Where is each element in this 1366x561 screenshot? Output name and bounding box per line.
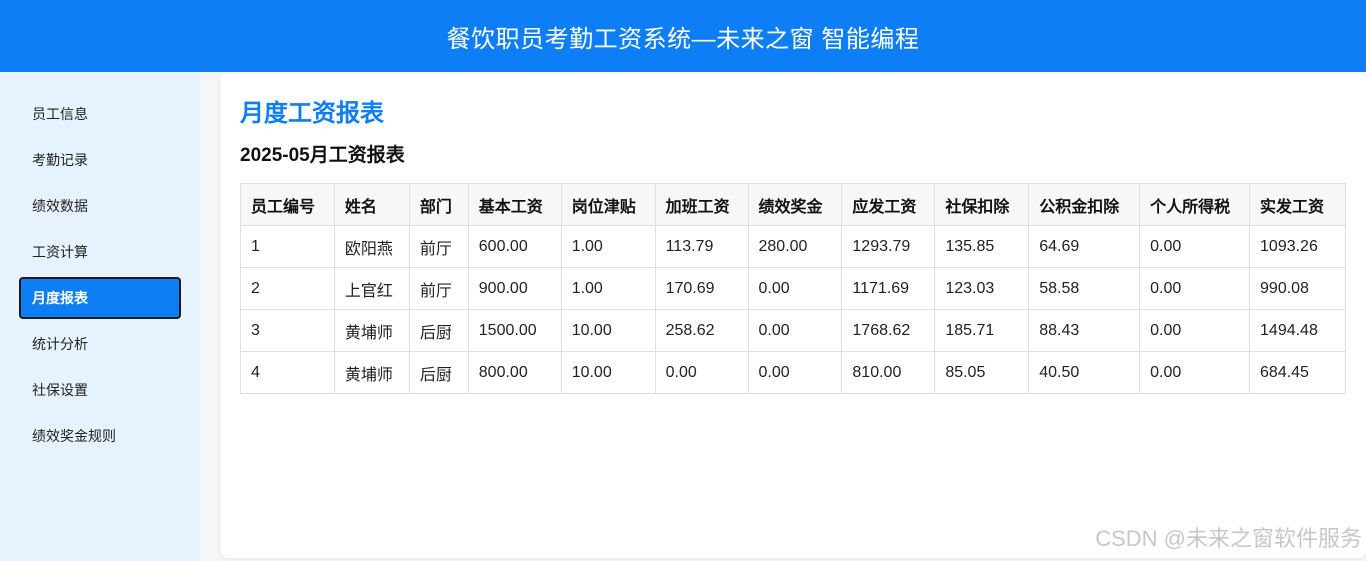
table-cell: 600.00 xyxy=(467,225,562,268)
table-cell: 10.00 xyxy=(560,351,656,394)
table-cell: 后厨 xyxy=(408,309,469,352)
table-cell: 0.00 xyxy=(747,351,843,394)
table-cell: 58.58 xyxy=(1028,267,1141,310)
column-header: 实发工资 xyxy=(1249,183,1346,226)
table-cell: 欧阳燕 xyxy=(333,225,410,268)
table-row: 4 黄埔师 后厨 800.00 10.00 0.00 0.00 810.00 8… xyxy=(240,351,1346,394)
table-cell: 后厨 xyxy=(408,351,469,394)
table-cell: 1.00 xyxy=(560,225,656,268)
sidebar-item-attendance[interactable]: 考勤记录 xyxy=(19,139,181,181)
table-cell: 280.00 xyxy=(747,225,843,268)
sidebar-item-statistics[interactable]: 统计分析 xyxy=(19,323,181,365)
table-cell: 0.00 xyxy=(747,309,843,352)
table-cell: 123.03 xyxy=(934,267,1030,310)
table-cell: 1500.00 xyxy=(467,309,562,352)
table-cell: 前厅 xyxy=(408,267,469,310)
table-cell: 1171.69 xyxy=(841,267,936,310)
sidebar-item-monthly-report[interactable]: 月度报表 xyxy=(19,277,181,319)
app-title: 餐饮职员考勤工资系统—未来之窗 智能编程 xyxy=(446,25,920,53)
table-cell: 10.00 xyxy=(560,309,656,352)
table-cell: 64.69 xyxy=(1028,225,1141,268)
table-cell: 3 xyxy=(240,309,335,352)
table-cell: 0.00 xyxy=(747,267,843,310)
table-row: 3 黄埔师 后厨 1500.00 10.00 258.62 0.00 1768.… xyxy=(240,309,1346,352)
table-row: 2 上官红 前厅 900.00 1.00 170.69 0.00 1171.69… xyxy=(240,267,1346,310)
table-header-row: 员工编号 姓名 部门 基本工资 岗位津贴 加班工资 绩效奖金 应发工资 社保扣除… xyxy=(240,183,1346,226)
table-cell: 2 xyxy=(240,267,335,310)
column-header: 岗位津贴 xyxy=(560,183,656,226)
table-cell: 900.00 xyxy=(467,267,562,310)
table-cell: 88.43 xyxy=(1028,309,1141,352)
table-cell: 1 xyxy=(240,225,335,268)
table-cell: 40.50 xyxy=(1028,351,1141,394)
report-title: 2025-05月工资报表 xyxy=(240,145,405,166)
column-header: 公积金扣除 xyxy=(1028,183,1141,226)
table-cell: 1.00 xyxy=(560,267,656,310)
page-title: 月度工资报表 xyxy=(240,100,384,127)
table-cell: 810.00 xyxy=(841,351,936,394)
table-cell: 135.85 xyxy=(934,225,1030,268)
table-cell: 990.08 xyxy=(1249,267,1346,310)
column-header: 社保扣除 xyxy=(934,183,1030,226)
table-cell: 上官红 xyxy=(333,267,410,310)
sidebar: 员工信息 考勤记录 绩效数据 工资计算 月度报表 统计分析 社保设置 绩效奖金规… xyxy=(0,72,200,561)
sidebar-item-social-security[interactable]: 社保设置 xyxy=(19,369,181,411)
column-header: 姓名 xyxy=(333,183,410,226)
table-cell: 0.00 xyxy=(1139,351,1251,394)
main-panel: 月度工资报表 2025-05月工资报表 员工编号 姓名 部门 基本工资 岗位津贴… xyxy=(220,72,1366,558)
sidebar-item-bonus-rules[interactable]: 绩效奖金规则 xyxy=(19,415,181,457)
sidebar-item-performance[interactable]: 绩效数据 xyxy=(19,185,181,227)
table-cell: 113.79 xyxy=(654,225,749,268)
table-cell: 800.00 xyxy=(467,351,562,394)
column-header: 基本工资 xyxy=(467,183,562,226)
table-cell: 1494.48 xyxy=(1249,309,1346,352)
sidebar-item-employee-info[interactable]: 员工信息 xyxy=(19,93,181,135)
column-header: 应发工资 xyxy=(841,183,936,226)
table-cell: 0.00 xyxy=(654,351,749,394)
table-cell: 1768.62 xyxy=(841,309,936,352)
table-cell: 258.62 xyxy=(654,309,749,352)
table-cell: 4 xyxy=(240,351,335,394)
column-header: 部门 xyxy=(408,183,469,226)
table-cell: 1093.26 xyxy=(1249,225,1346,268)
table-row: 1 欧阳燕 前厅 600.00 1.00 113.79 280.00 1293.… xyxy=(240,225,1346,268)
app-header: 餐饮职员考勤工资系统—未来之窗 智能编程 xyxy=(0,0,1366,72)
table-cell: 0.00 xyxy=(1139,225,1251,268)
table-cell: 85.05 xyxy=(934,351,1030,394)
salary-table: 员工编号 姓名 部门 基本工资 岗位津贴 加班工资 绩效奖金 应发工资 社保扣除… xyxy=(240,183,1346,394)
table-cell: 684.45 xyxy=(1249,351,1346,394)
watermark: CSDN @未来之窗软件服务 xyxy=(1095,526,1362,551)
table-cell: 0.00 xyxy=(1139,267,1251,310)
table-cell: 170.69 xyxy=(654,267,749,310)
table-cell: 0.00 xyxy=(1139,309,1251,352)
column-header: 员工编号 xyxy=(240,183,335,226)
table-cell: 黄埔师 xyxy=(333,309,410,352)
column-header: 加班工资 xyxy=(654,183,749,226)
table-cell: 1293.79 xyxy=(841,225,936,268)
table-cell: 黄埔师 xyxy=(333,351,410,394)
sidebar-item-salary-calc[interactable]: 工资计算 xyxy=(19,231,181,273)
table-cell: 前厅 xyxy=(408,225,469,268)
column-header: 绩效奖金 xyxy=(747,183,843,226)
table-cell: 185.71 xyxy=(934,309,1030,352)
column-header: 个人所得税 xyxy=(1139,183,1251,226)
